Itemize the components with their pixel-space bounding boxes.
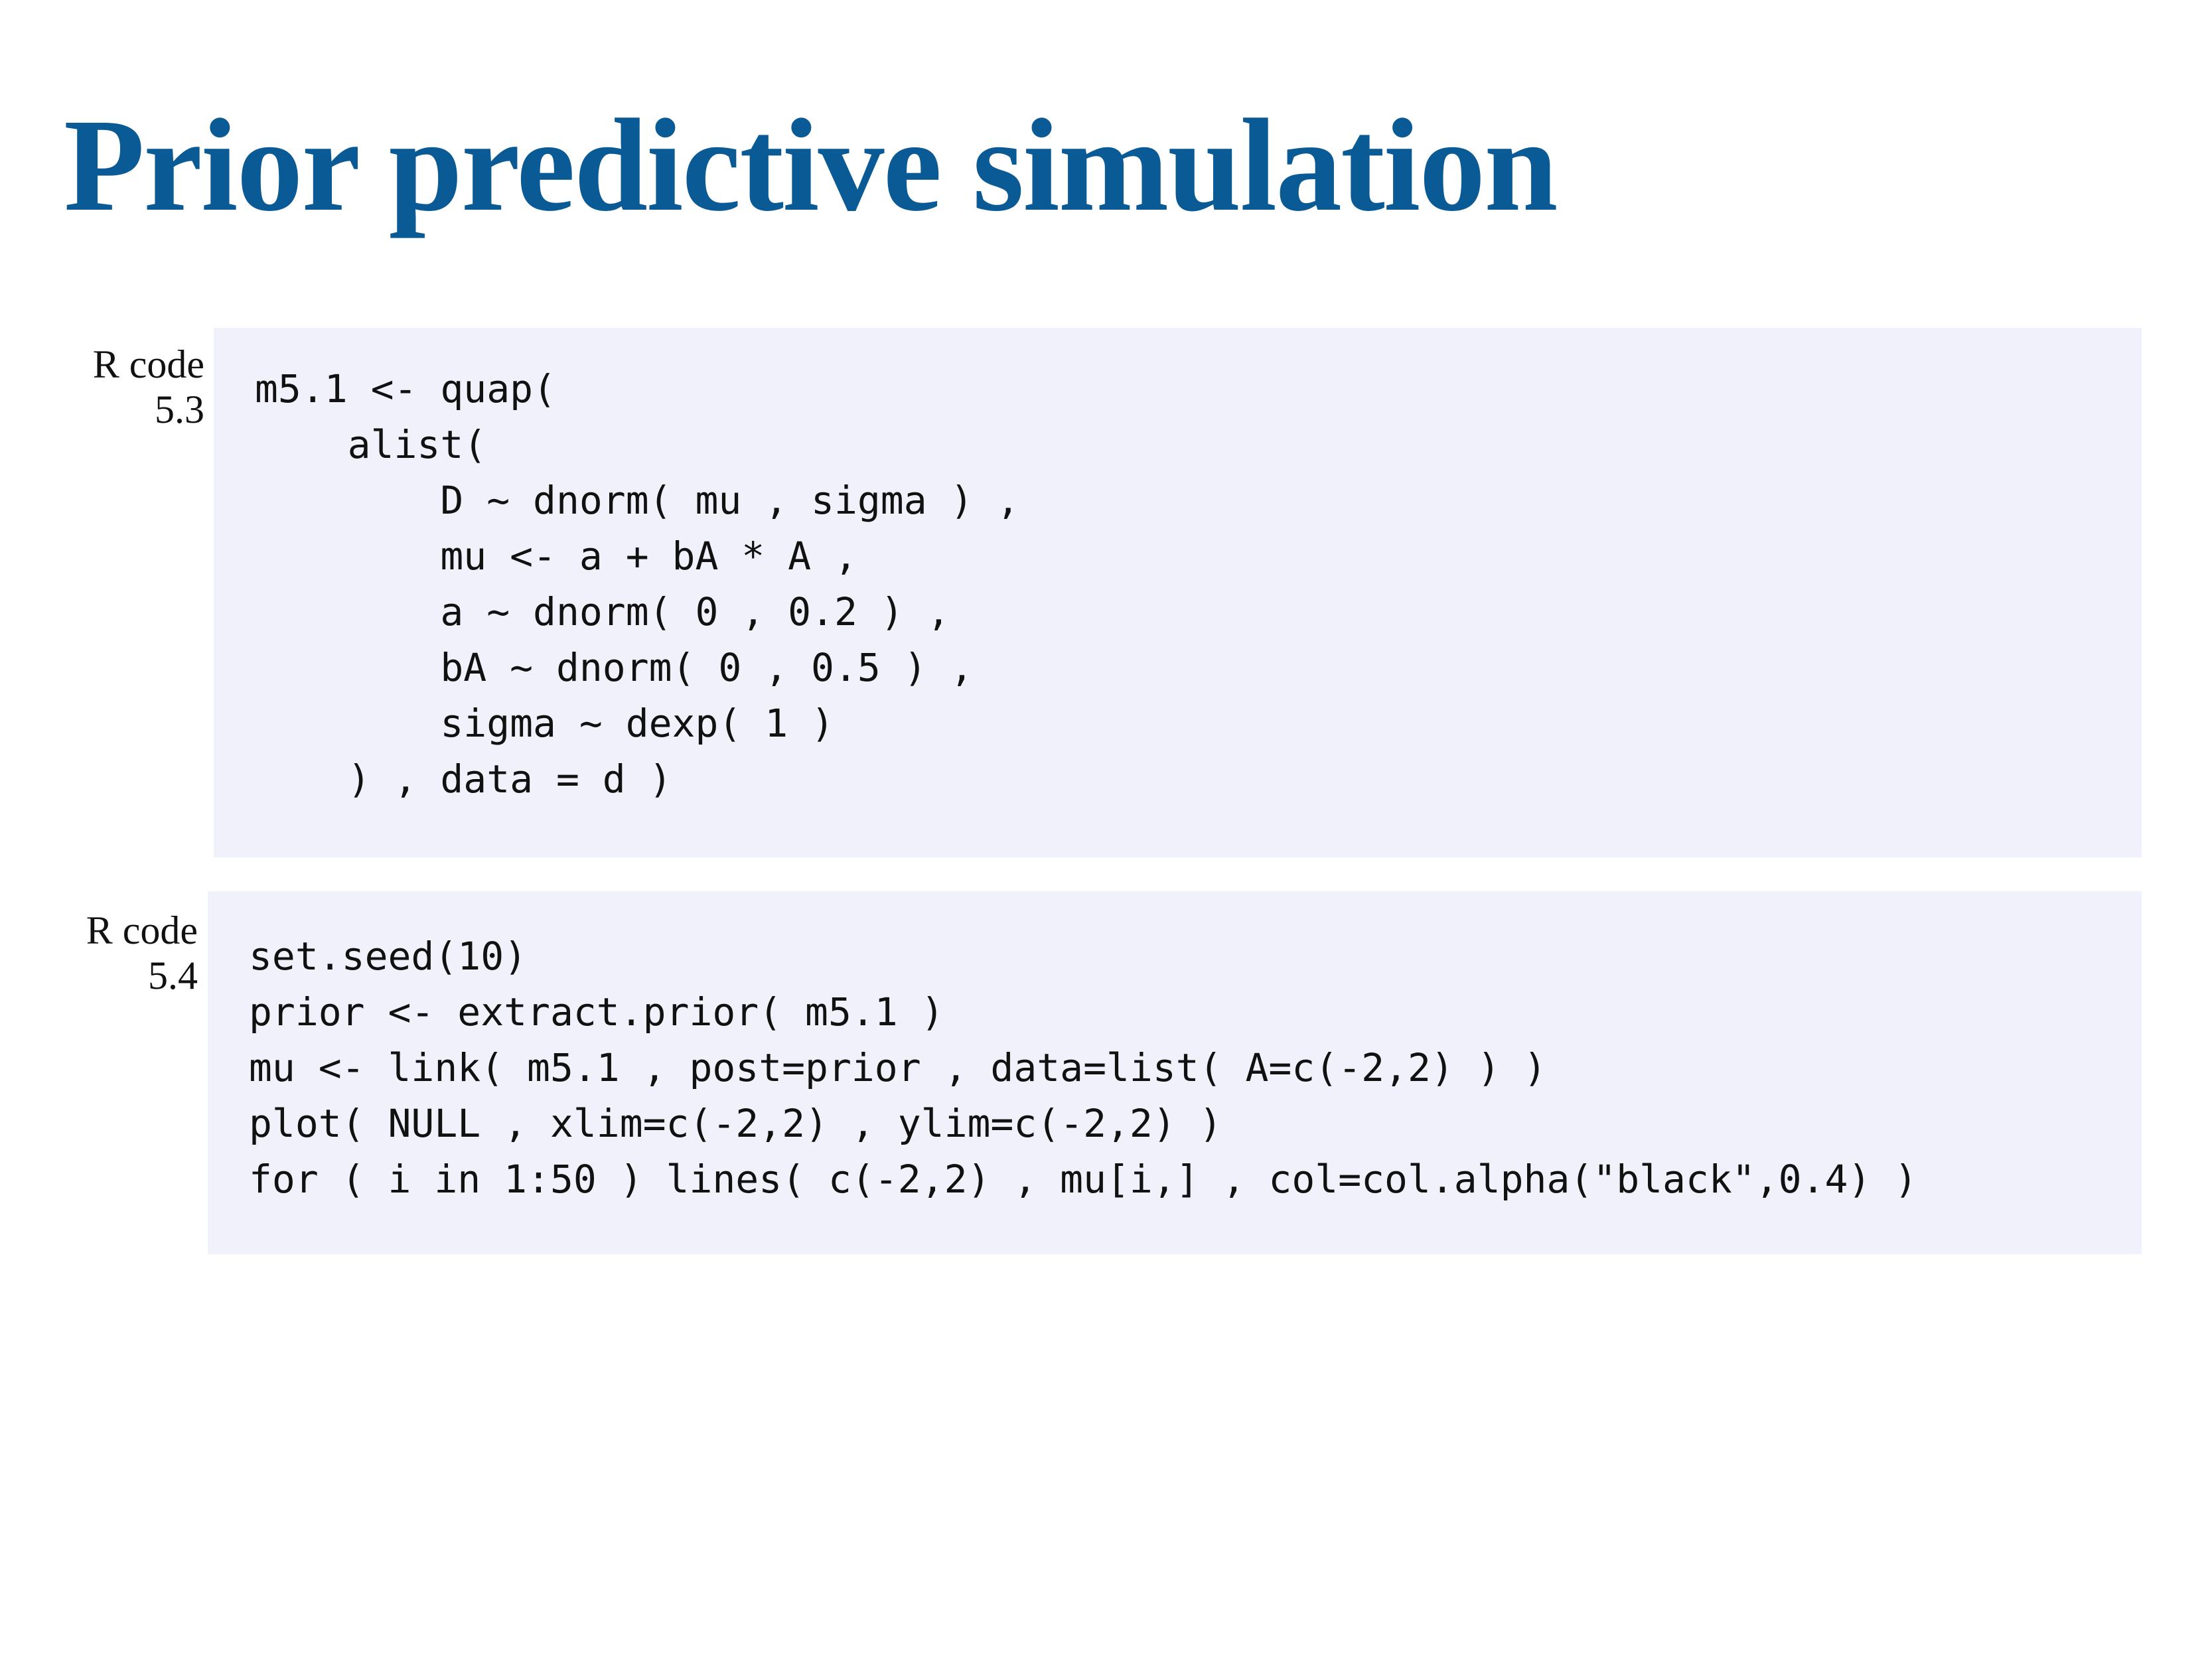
code-label-text: R code	[86, 908, 198, 952]
slide-title: Prior predictive simulation	[64, 92, 1558, 239]
code-line: alist(	[255, 422, 487, 467]
code-label-5-4: R code 5.4	[0, 908, 198, 998]
code-line: ) , data = d )	[255, 757, 672, 802]
code-line: set.seed(10)	[249, 934, 528, 979]
code-listing: m5.1 <- quap( alist( D ~ dnorm( mu , sig…	[255, 361, 2142, 807]
code-line: mu <- a + bA * A ,	[255, 534, 857, 579]
code-label-text: R code	[92, 342, 204, 386]
code-label-5-3: R code 5.3	[5, 342, 204, 432]
code-line: a ~ dnorm( 0 , 0.2 ) ,	[255, 589, 950, 634]
code-line: plot( NULL , xlim=c(-2,2) , ylim=c(-2,2)…	[249, 1101, 1222, 1146]
code-line: sigma ~ dexp( 1 )	[255, 701, 834, 746]
code-line: for ( i in 1:50 ) lines( c(-2,2) , mu[i,…	[249, 1157, 1918, 1202]
code-listing: set.seed(10) prior <- extract.prior( m5.…	[249, 928, 2142, 1207]
code-label-number: 5.3	[155, 388, 204, 431]
code-block-5-3: m5.1 <- quap( alist( D ~ dnorm( mu , sig…	[214, 328, 2142, 857]
code-line: m5.1 <- quap(	[255, 366, 556, 411]
code-line: D ~ dnorm( mu , sigma ) ,	[255, 478, 1020, 523]
code-block-5-4: set.seed(10) prior <- extract.prior( m5.…	[208, 891, 2142, 1254]
code-line: mu <- link( m5.1 , post=prior , data=lis…	[249, 1045, 1547, 1090]
code-line: prior <- extract.prior( m5.1 )	[249, 989, 944, 1035]
code-line: bA ~ dnorm( 0 , 0.5 ) ,	[255, 645, 974, 690]
code-label-number: 5.4	[148, 954, 198, 997]
